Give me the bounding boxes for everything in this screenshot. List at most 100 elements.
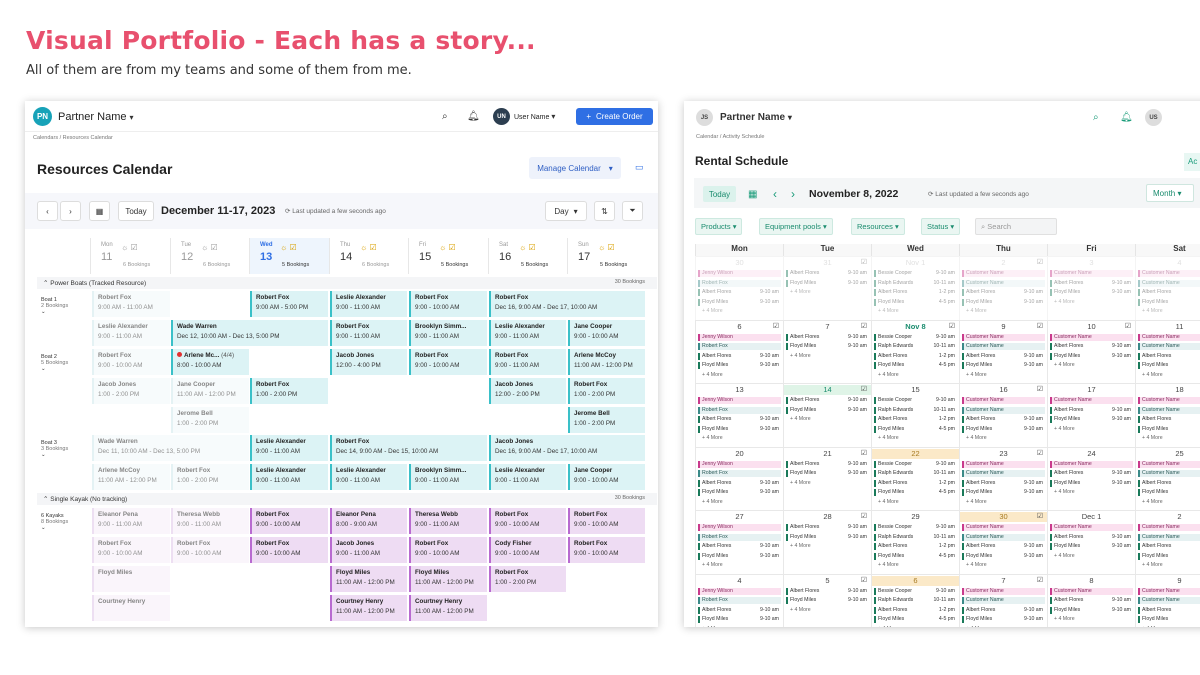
partner-switcher[interactable]: Partner Name ▾ [720,112,792,123]
booking-cell[interactable]: Arlene Mc... (4/4) 8:00 - 10:00 AM [171,349,249,375]
search-input[interactable]: ⌕ Search [975,218,1057,235]
more-events-link[interactable]: + 4 More [1138,499,1200,506]
day-cell[interactable]: 4 Jenny Wilson Robert Fox Albert Flores 9-10… [695,573,783,627]
event-item[interactable]: Ralph Edwards 10-11 am [874,279,957,287]
event-item[interactable]: Albert Flores9-10 am [1138,416,1200,423]
day-cell[interactable]: 20 Jenny Wilson Robert Fox Albert Flores 9-1… [695,446,783,510]
day-cell[interactable]: 22 Bessie Cooper 9-10 am Ralph Edwards 10-11… [871,446,959,510]
more-events-link[interactable]: + 4 More [1138,626,1200,628]
day-cell[interactable]: Nov 1 Bessie Cooper 9-10 am Ralph Edwards 10… [871,256,959,320]
event-item[interactable]: Ralph Edwards 10-11 am [874,597,957,604]
day-cell[interactable]: 18☑Customer NameCustomer NameAlbert Flor… [1135,383,1200,447]
booking-cell[interactable]: Jacob Jones 12:00 - 2:00 PM [489,378,566,404]
day-cell[interactable]: 16 ☑ Customer Name Customer Name Albert Flor… [959,383,1047,447]
event-item[interactable]: Customer Name [1138,270,1200,277]
booking-cell[interactable]: Robert Fox 9:00 - 10:00 AM [568,508,645,534]
event-item[interactable]: Albert Flores9-10 am [1138,606,1200,614]
event-item[interactable]: Floyd Miles9-10 am [1050,606,1133,614]
more-events-link[interactable]: + 4 More [698,562,781,569]
event-item[interactable]: Albert Flores 1-2 pm [874,289,957,296]
day-header-thu[interactable]: Thu 14 ☼ ☑ 6 Bookings [329,238,408,274]
event-item[interactable]: Albert Flores9-10 am [698,543,781,550]
manage-calendar-button[interactable]: Manage Calendar ▾ [529,157,621,179]
more-events-link[interactable]: + 4 More [1050,299,1133,306]
booking-cell[interactable]: Robert Fox 1:00 - 2:00 PM [568,378,645,404]
day-cell[interactable]: 24 Customer Name Albert Flores 9-10 am Floyd… [1047,446,1135,510]
more-events-link[interactable]: + 4 More [962,499,1045,506]
event-item[interactable]: Albert Flores9-10 am [962,543,1045,550]
more-events-link[interactable]: + 4 More [962,308,1045,315]
event-item[interactable]: Floyd Miles 4-5 pm [874,552,957,560]
booking-cell[interactable]: Eleanor Pena 9:00 - 11:00 AM [92,508,170,534]
date-picker-button[interactable]: ▦ [89,201,110,221]
event-item[interactable]: Albert Flores9-10 am [786,524,869,531]
booking-cell[interactable]: Floyd Miles [92,566,170,592]
more-events-link[interactable]: + 4 More [786,480,869,487]
event-item[interactable]: Floyd Miles9-10 am [1138,552,1200,560]
more-events-link[interactable]: + 4 More [962,626,1045,628]
more-events-link[interactable]: + 4 More [1138,372,1200,379]
checklist-icon[interactable]: ☑ [1037,322,1043,330]
event-item[interactable]: Albert Flores 1-2 pm [874,352,957,360]
day-cell[interactable]: 5 ☑ Albert Flores 9-10 am Floyd Miles 9-10 am… [783,573,871,627]
booking-cell[interactable]: Arlene McCoy 11:00 AM - 12:00 PM [568,349,645,375]
day-cell[interactable]: 29 Bessie Cooper 9-10 am Ralph Edwards 10-11… [871,510,959,574]
booking-cell[interactable]: Robert Fox 9:00 AM - 5:00 PM [250,291,328,317]
event-item[interactable]: Albert Flores9-10 am [1050,533,1133,541]
group-header[interactable]: ⌃ Power Boats (Tracked Resource) 30 Booki… [37,277,657,289]
booking-cell[interactable]: Jacob Jones 12:00 - 4:00 PM [330,349,407,375]
booking-cell[interactable]: Arlene McCoy 11:00 AM - 12:00 PM [92,464,170,490]
booking-cell[interactable]: Theresa Webb 9:00 - 11:00 AM [171,508,249,534]
day-cell[interactable]: 25☑Customer NameCustomer NameAlbert Flor… [1135,446,1200,510]
more-events-link[interactable]: + 4 More [698,499,781,506]
event-item[interactable]: Customer Name [962,587,1045,595]
checklist-icon[interactable]: ☑ [861,449,867,457]
more-events-link[interactable]: + 4 More [786,289,869,296]
event-item[interactable]: Customer Name [962,270,1045,277]
day-cell[interactable]: 23 ☑ Customer Name Customer Name Albert Flor… [959,446,1047,510]
more-events-link[interactable]: + 4 More [874,308,957,315]
today-button[interactable]: Today [118,201,154,221]
event-item[interactable]: Albert Flores9-10 am [698,289,781,296]
search-icon[interactable]: ⌕ [1093,112,1099,123]
day-cell[interactable]: 2☑Customer NameCustomer NameAlbert Flore… [1135,510,1200,574]
event-item[interactable]: Albert Flores9-10 am [786,270,869,277]
event-item[interactable]: Customer Name [1050,524,1133,531]
more-events-link[interactable]: + 4 More [1050,426,1133,433]
booking-cell[interactable]: Theresa Webb 9:00 - 11:00 AM [409,508,487,534]
day-cell[interactable]: 30 ☑ Customer Name Customer Name Albert Flor… [959,510,1047,574]
booking-cell[interactable]: Robert Fox 9:00 - 10:00 AM [171,537,249,563]
event-item[interactable]: Customer Name [1138,597,1200,604]
event-item[interactable]: Jenny Wilson [698,333,781,341]
bell-icon[interactable]: 🔔︎ [1120,112,1133,123]
event-item[interactable]: Robert Fox [698,343,781,350]
event-item[interactable]: Bessie Cooper 9-10 am [874,460,957,468]
event-item[interactable]: Floyd Miles9-10 am [698,489,781,496]
more-events-link[interactable]: + 4 More [698,435,781,442]
event-item[interactable]: Robert Fox [698,533,781,541]
checklist-icon[interactable]: ☑ [1037,385,1043,393]
event-item[interactable]: Customer Name [962,470,1045,477]
event-item[interactable]: Albert Flores 1-2 pm [874,543,957,550]
day-cell[interactable]: 7 ☑ Customer Name Customer Name Albert Flore… [959,573,1047,628]
more-events-link[interactable]: + 4 More [874,626,957,628]
booking-cell[interactable]: Robert Fox 9:00 AM - 11:00 AM [92,291,170,317]
event-item[interactable]: Floyd Miles9-10 am [962,552,1045,560]
event-item[interactable]: Albert Flores9-10 am [1050,597,1133,604]
day-cell[interactable]: 4☑Customer NameCustomer NameAlbert Flore… [1135,256,1200,320]
more-events-link[interactable]: + 4 More [1138,308,1200,315]
more-events-link[interactable]: + 4 More [962,372,1045,379]
chevron-down-icon[interactable]: ⌄ [41,525,68,531]
more-events-link[interactable]: + 4 More [786,543,869,550]
event-item[interactable]: Albert Flores 1-2 pm [874,416,957,423]
partner-switcher[interactable]: Partner Name ▾ [58,111,134,123]
event-item[interactable]: Ralph Edwards 10-11 am [874,533,957,541]
more-events-link[interactable]: + 4 More [1138,435,1200,442]
more-events-link[interactable]: + 4 More [1138,562,1200,569]
booking-cell[interactable]: Jane Cooper 9:00 - 10:00 AM [568,320,645,346]
event-item[interactable]: Albert Flores9-10 am [698,352,781,360]
partner-avatar[interactable]: JS [696,109,713,126]
event-item[interactable]: Floyd Miles9-10 am [1138,425,1200,433]
event-item[interactable]: Floyd Miles9-10 am [786,533,869,541]
day-cell[interactable]: 7 ☑ Albert Flores 9-10 am Floyd Miles 9-10 am… [783,319,871,383]
